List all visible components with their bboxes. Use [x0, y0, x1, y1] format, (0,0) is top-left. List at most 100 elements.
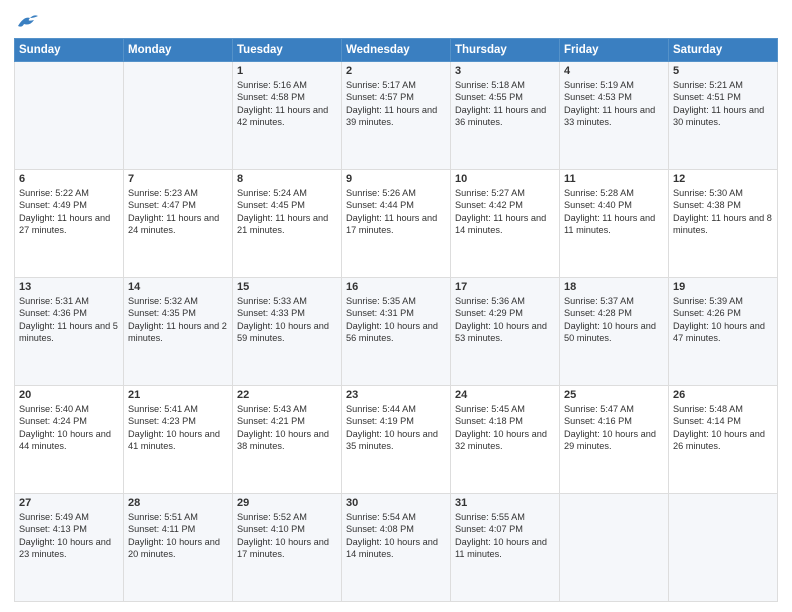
- calendar-cell: 6 Sunrise: 5:22 AMSunset: 4:49 PMDaylight…: [15, 170, 124, 278]
- calendar-week-row: 6 Sunrise: 5:22 AMSunset: 4:49 PMDaylight…: [15, 170, 778, 278]
- calendar-cell: 5Sunrise: 5:21 AMSunset: 4:51 PMDaylight…: [669, 62, 778, 170]
- page: SundayMondayTuesdayWednesdayThursdayFrid…: [0, 0, 792, 612]
- calendar-cell: 26 Sunrise: 5:48 AMSunset: 4:14 PMDayligh…: [669, 386, 778, 494]
- day-number: 14: [128, 281, 228, 293]
- weekday-header: Thursday: [451, 39, 560, 62]
- weekday-header: Wednesday: [342, 39, 451, 62]
- day-number: 8: [237, 173, 337, 185]
- calendar-cell: 10Sunrise: 5:27 AMSunset: 4:42 PMDayligh…: [451, 170, 560, 278]
- calendar-cell: 19 Sunrise: 5:39 AMSunset: 4:26 PMDayligh…: [669, 278, 778, 386]
- calendar-cell: 4Sunrise: 5:19 AMSunset: 4:53 PMDaylight…: [560, 62, 669, 170]
- day-number: 23: [346, 389, 446, 401]
- cell-info: Sunrise: 5:44 AMSunset: 4:19 PMDaylight:…: [346, 404, 438, 451]
- calendar-cell: 27 Sunrise: 5:49 AMSunset: 4:13 PMDayligh…: [15, 494, 124, 602]
- cell-info: Sunrise: 5:48 AMSunset: 4:14 PMDaylight:…: [673, 404, 765, 451]
- day-number: 24: [455, 389, 555, 401]
- cell-info: Sunrise: 5:17 AMSunset: 4:57 PMDaylight:…: [346, 80, 437, 127]
- cell-info: Sunrise: 5:26 AMSunset: 4:44 PMDaylight:…: [346, 188, 437, 235]
- day-number: 29: [237, 497, 337, 509]
- calendar-cell: 7 Sunrise: 5:23 AMSunset: 4:47 PMDaylight…: [124, 170, 233, 278]
- day-number: 1: [237, 65, 337, 77]
- cell-info: Sunrise: 5:37 AMSunset: 4:28 PMDaylight:…: [564, 296, 656, 343]
- cell-info: Sunrise: 5:23 AMSunset: 4:47 PMDaylight:…: [128, 188, 219, 235]
- day-number: 12: [673, 173, 773, 185]
- calendar-header-row: SundayMondayTuesdayWednesdayThursdayFrid…: [15, 39, 778, 62]
- day-number: 21: [128, 389, 228, 401]
- day-number: 7: [128, 173, 228, 185]
- day-number: 10: [455, 173, 555, 185]
- calendar-cell: 25Sunrise: 5:47 AMSunset: 4:16 PMDayligh…: [560, 386, 669, 494]
- day-number: 11: [564, 173, 664, 185]
- day-number: 31: [455, 497, 555, 509]
- day-number: 15: [237, 281, 337, 293]
- logo: [14, 12, 38, 30]
- weekday-header: Friday: [560, 39, 669, 62]
- calendar-cell: 23 Sunrise: 5:44 AMSunset: 4:19 PMDayligh…: [342, 386, 451, 494]
- calendar-cell: 8 Sunrise: 5:24 AMSunset: 4:45 PMDaylight…: [233, 170, 342, 278]
- calendar-cell: 17 Sunrise: 5:36 AMSunset: 4:29 PMDayligh…: [451, 278, 560, 386]
- day-number: 30: [346, 497, 446, 509]
- day-number: 20: [19, 389, 119, 401]
- cell-info: Sunrise: 5:30 AMSunset: 4:38 PMDaylight:…: [673, 188, 772, 235]
- weekday-header: Saturday: [669, 39, 778, 62]
- calendar-cell: 2 Sunrise: 5:17 AMSunset: 4:57 PMDaylight…: [342, 62, 451, 170]
- calendar-cell: 14 Sunrise: 5:32 AMSunset: 4:35 PMDayligh…: [124, 278, 233, 386]
- cell-info: Sunrise: 5:36 AMSunset: 4:29 PMDaylight:…: [455, 296, 547, 343]
- day-number: 5: [673, 65, 773, 77]
- calendar-cell: 18Sunrise: 5:37 AMSunset: 4:28 PMDayligh…: [560, 278, 669, 386]
- day-number: 28: [128, 497, 228, 509]
- calendar-cell: 9 Sunrise: 5:26 AMSunset: 4:44 PMDaylight…: [342, 170, 451, 278]
- calendar-cell: 21Sunrise: 5:41 AMSunset: 4:23 PMDayligh…: [124, 386, 233, 494]
- cell-info: Sunrise: 5:40 AMSunset: 4:24 PMDaylight:…: [19, 404, 111, 451]
- calendar-cell: 13 Sunrise: 5:31 AMSunset: 4:36 PMDayligh…: [15, 278, 124, 386]
- weekday-header: Monday: [124, 39, 233, 62]
- day-number: 9: [346, 173, 446, 185]
- day-number: 26: [673, 389, 773, 401]
- cell-info: Sunrise: 5:18 AMSunset: 4:55 PMDaylight:…: [455, 80, 546, 127]
- cell-info: Sunrise: 5:31 AMSunset: 4:36 PMDaylight:…: [19, 296, 118, 343]
- cell-info: Sunrise: 5:47 AMSunset: 4:16 PMDaylight:…: [564, 404, 656, 451]
- calendar-week-row: 1 Sunrise: 5:16 AMSunset: 4:58 PMDaylight…: [15, 62, 778, 170]
- cell-info: Sunrise: 5:39 AMSunset: 4:26 PMDaylight:…: [673, 296, 765, 343]
- calendar-cell: 30 Sunrise: 5:54 AMSunset: 4:08 PMDayligh…: [342, 494, 451, 602]
- day-number: 19: [673, 281, 773, 293]
- calendar-cell: 31 Sunrise: 5:55 AMSunset: 4:07 PMDayligh…: [451, 494, 560, 602]
- calendar-cell: 22 Sunrise: 5:43 AMSunset: 4:21 PMDayligh…: [233, 386, 342, 494]
- day-number: 3: [455, 65, 555, 77]
- cell-info: Sunrise: 5:33 AMSunset: 4:33 PMDaylight:…: [237, 296, 329, 343]
- cell-info: Sunrise: 5:43 AMSunset: 4:21 PMDaylight:…: [237, 404, 329, 451]
- calendar-cell: 28Sunrise: 5:51 AMSunset: 4:11 PMDayligh…: [124, 494, 233, 602]
- day-number: 27: [19, 497, 119, 509]
- day-number: 4: [564, 65, 664, 77]
- calendar-cell: 24 Sunrise: 5:45 AMSunset: 4:18 PMDayligh…: [451, 386, 560, 494]
- cell-info: Sunrise: 5:24 AMSunset: 4:45 PMDaylight:…: [237, 188, 328, 235]
- weekday-header: Sunday: [15, 39, 124, 62]
- weekday-header: Tuesday: [233, 39, 342, 62]
- calendar-cell: 15 Sunrise: 5:33 AMSunset: 4:33 PMDayligh…: [233, 278, 342, 386]
- cell-info: Sunrise: 5:16 AMSunset: 4:58 PMDaylight:…: [237, 80, 328, 127]
- cell-info: Sunrise: 5:52 AMSunset: 4:10 PMDaylight:…: [237, 512, 329, 559]
- header: [14, 12, 778, 30]
- calendar-cell: [15, 62, 124, 170]
- calendar-cell: 12 Sunrise: 5:30 AMSunset: 4:38 PMDayligh…: [669, 170, 778, 278]
- calendar-cell: 3 Sunrise: 5:18 AMSunset: 4:55 PMDaylight…: [451, 62, 560, 170]
- day-number: 22: [237, 389, 337, 401]
- day-number: 13: [19, 281, 119, 293]
- cell-info: Sunrise: 5:28 AMSunset: 4:40 PMDaylight:…: [564, 188, 655, 235]
- cell-info: Sunrise: 5:32 AMSunset: 4:35 PMDaylight:…: [128, 296, 227, 343]
- day-number: 17: [455, 281, 555, 293]
- cell-info: Sunrise: 5:54 AMSunset: 4:08 PMDaylight:…: [346, 512, 438, 559]
- day-number: 6: [19, 173, 119, 185]
- calendar-week-row: 13 Sunrise: 5:31 AMSunset: 4:36 PMDayligh…: [15, 278, 778, 386]
- calendar-cell: [560, 494, 669, 602]
- calendar-cell: 11 Sunrise: 5:28 AMSunset: 4:40 PMDayligh…: [560, 170, 669, 278]
- day-number: 2: [346, 65, 446, 77]
- cell-info: Sunrise: 5:55 AMSunset: 4:07 PMDaylight:…: [455, 512, 547, 559]
- cell-info: Sunrise: 5:35 AMSunset: 4:31 PMDaylight:…: [346, 296, 438, 343]
- cell-info: Sunrise: 5:22 AMSunset: 4:49 PMDaylight:…: [19, 188, 110, 235]
- calendar-cell: [669, 494, 778, 602]
- cell-info: Sunrise: 5:45 AMSunset: 4:18 PMDaylight:…: [455, 404, 547, 451]
- calendar-cell: 1 Sunrise: 5:16 AMSunset: 4:58 PMDaylight…: [233, 62, 342, 170]
- cell-info: Sunrise: 5:49 AMSunset: 4:13 PMDaylight:…: [19, 512, 111, 559]
- calendar-cell: 29 Sunrise: 5:52 AMSunset: 4:10 PMDayligh…: [233, 494, 342, 602]
